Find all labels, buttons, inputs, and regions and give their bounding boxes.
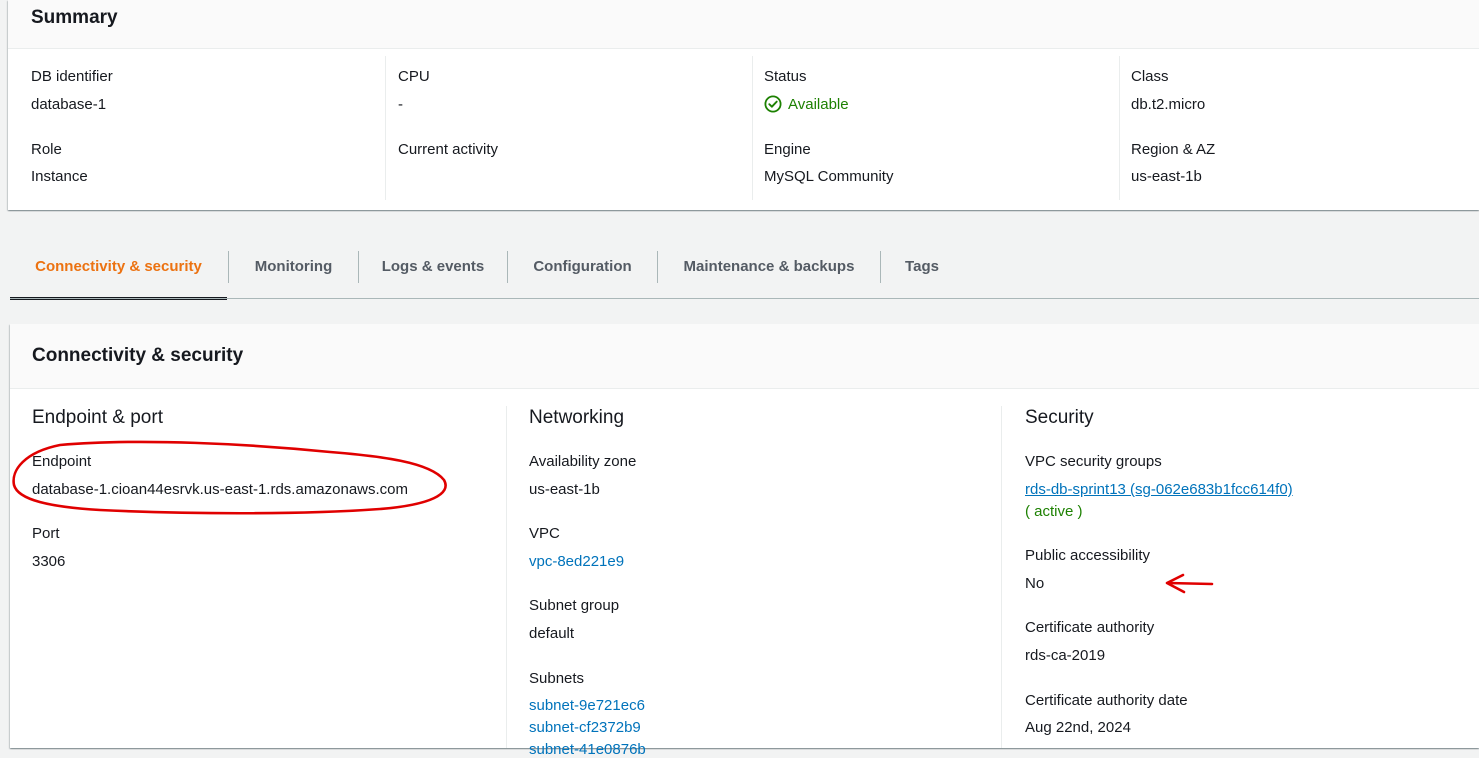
vpc-link[interactable]: vpc-8ed221e9 <box>529 553 624 570</box>
detail-tabs: Connectivity & security Monitoring Logs … <box>10 249 1479 300</box>
endpoint-label: Endpoint <box>32 453 92 470</box>
column-divider <box>506 406 507 748</box>
region-az-value: us-east-1b <box>1131 168 1202 185</box>
column-divider <box>1001 406 1002 748</box>
tab-configuration[interactable]: Configuration <box>508 249 657 297</box>
cpu-label: CPU <box>398 68 430 85</box>
networking-heading: Networking <box>529 407 625 428</box>
connectivity-panel: Connectivity & security Endpoint & port … <box>10 324 1479 758</box>
summary-header: Summary <box>8 0 1479 49</box>
tab-monitoring[interactable]: Monitoring <box>229 249 358 297</box>
cpu-value: - <box>398 96 403 113</box>
engine-value: MySQL Community <box>764 168 894 185</box>
role-label: Role <box>31 141 62 158</box>
role-value: Instance <box>31 168 88 185</box>
certificate-authority-label: Certificate authority <box>1025 619 1155 636</box>
subnet-link[interactable]: subnet-41e0876b <box>529 741 646 758</box>
port-value: 3306 <box>32 553 66 570</box>
summary-title: Summary <box>31 7 118 28</box>
db-identifier-label: DB identifier <box>31 68 113 85</box>
security-group-link[interactable]: rds-db-sprint13 (sg-062e683b1fcc614f0) <box>1025 481 1293 498</box>
security-group-status: ( active ) <box>1025 503 1083 520</box>
tab-connectivity-security[interactable]: Connectivity & security <box>10 249 227 300</box>
subnet-group-label: Subnet group <box>529 597 620 614</box>
column-divider <box>385 56 386 200</box>
status-text: Available <box>788 95 849 113</box>
certificate-authority-date-label: Certificate authority date <box>1025 692 1188 709</box>
subnet-group-value: default <box>529 625 575 642</box>
region-az-label: Region & AZ <box>1131 141 1216 158</box>
status-label: Status <box>764 68 807 85</box>
summary-panel: Summary DB identifier database-1 CPU - S… <box>8 0 1479 210</box>
connectivity-header: Connectivity & security <box>10 324 1479 389</box>
endpoint-value[interactable]: database-1.cioan44esrvk.us-east-1.rds.am… <box>32 481 408 498</box>
endpoint-port-heading: Endpoint & port <box>32 407 163 428</box>
vpc-label: VPC <box>529 525 560 542</box>
availability-zone-label: Availability zone <box>529 453 637 470</box>
engine-label: Engine <box>764 141 811 158</box>
vpc-security-groups-label: VPC security groups <box>1025 453 1162 470</box>
status-value: Available <box>764 95 849 113</box>
class-value: db.t2.micro <box>1131 96 1206 113</box>
tab-maintenance-backups[interactable]: Maintenance & backups <box>658 249 880 297</box>
certificate-authority-value: rds-ca-2019 <box>1025 647 1106 664</box>
availability-zone-value: us-east-1b <box>529 481 600 498</box>
tab-logs-events[interactable]: Logs & events <box>359 249 507 297</box>
subnet-link[interactable]: subnet-9e721ec6 <box>529 697 645 714</box>
subnets-label: Subnets <box>529 670 585 687</box>
connectivity-title: Connectivity & security <box>32 345 244 366</box>
db-identifier-value: database-1 <box>31 96 107 113</box>
column-divider <box>1119 56 1120 200</box>
port-label: Port <box>32 525 60 542</box>
column-divider <box>752 56 753 200</box>
subnet-link[interactable]: subnet-cf2372b9 <box>529 719 641 736</box>
tabs-baseline <box>10 298 1479 299</box>
public-accessibility-value: No <box>1025 575 1045 592</box>
check-circle-icon <box>764 95 782 113</box>
tab-tags[interactable]: Tags <box>881 249 963 297</box>
class-label: Class <box>1131 68 1169 85</box>
current-activity-label: Current activity <box>398 141 499 158</box>
public-accessibility-label: Public accessibility <box>1025 547 1151 564</box>
security-heading: Security <box>1025 407 1094 428</box>
certificate-authority-date-value: Aug 22nd, 2024 <box>1025 719 1131 736</box>
